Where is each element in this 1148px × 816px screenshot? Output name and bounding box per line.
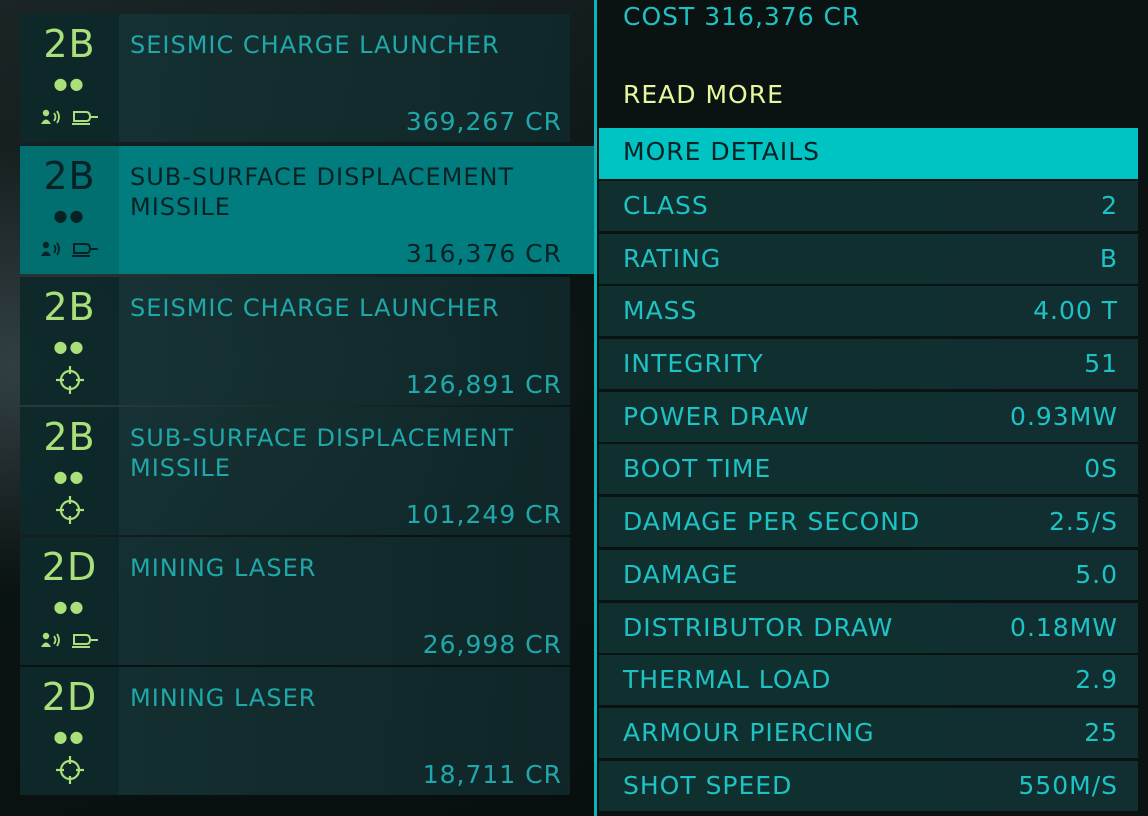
module-price: 369,267 CR <box>405 107 562 136</box>
stat-value: 0.18MW <box>1010 612 1118 642</box>
module-item[interactable]: 2B ●● SUB-SURFACE DISPLACEMENT MISSILE 1… <box>20 407 570 535</box>
stat-value: 2.9 <box>1075 665 1118 695</box>
stat-value: 0S <box>1084 454 1118 484</box>
crosshair-icon <box>55 756 84 784</box>
stat-label: DAMAGE PER SECOND <box>623 507 921 537</box>
stat-row-armour-piercing: ARMOUR PIERCING 25 <box>599 707 1138 758</box>
stat-label: INTEGRITY <box>623 349 764 379</box>
stat-value: 2.5/S <box>1048 507 1118 537</box>
crew-icon <box>40 109 60 124</box>
module-grade: 2B <box>43 22 96 66</box>
stat-row-rating: RATING B <box>599 233 1138 284</box>
stat-label: BOOT TIME <box>623 454 772 484</box>
module-item[interactable]: 2D ●● MINING LASER 26,998 CR <box>20 537 570 665</box>
module-name: SEISMIC CHARGE LAUNCHER <box>130 294 500 322</box>
stat-row-mass: MASS 4.00 T <box>599 286 1138 337</box>
module-grade: 2B <box>43 415 96 459</box>
outfitting-screen: 2B ●● SEISMIC CHARGE LAUNCHER 369,267 CR <box>0 0 1148 816</box>
more-details-label: MORE DETAILS <box>623 137 821 166</box>
module-list: 2B ●● SEISMIC CHARGE LAUNCHER 369,267 CR <box>20 14 596 804</box>
turret-icon <box>71 243 98 257</box>
crosshair-icon <box>55 496 84 524</box>
stat-value: 550M/S <box>1018 770 1118 800</box>
stat-value: B <box>1099 243 1118 273</box>
module-price: 316,376 CR <box>405 239 562 268</box>
module-name: SEISMIC CHARGE LAUNCHER <box>130 31 500 59</box>
size-dots: ●● <box>53 206 86 225</box>
stat-label: ARMOUR PIERCING <box>623 717 875 747</box>
module-grade: 2D <box>41 675 98 719</box>
stat-value: 51 <box>1084 349 1118 379</box>
module-price: 18,711 CR <box>422 760 562 789</box>
module-detail-panel: COST 316,376 CR READ MORE MORE DETAILS C… <box>597 0 1148 816</box>
stat-value: 5.0 <box>1075 559 1118 589</box>
stat-label: SHOT SPEED <box>623 770 793 800</box>
stat-row-boot-time: BOOT TIME 0S <box>599 444 1138 495</box>
size-dots: ●● <box>53 597 86 616</box>
module-item[interactable]: 2D ●● MINING LASER 18,711 CR <box>20 667 570 795</box>
stat-label: DISTRIBUTOR DRAW <box>623 612 894 642</box>
stat-label: THERMAL LOAD <box>623 665 832 695</box>
read-more-button[interactable]: READ MORE <box>623 80 784 109</box>
fixed-mount-indicator <box>20 496 119 524</box>
module-grade: 2B <box>43 285 96 329</box>
stat-row-class: CLASS 2 <box>599 181 1138 231</box>
stat-row-damage: DAMAGE 5.0 <box>599 549 1138 600</box>
crosshair-icon <box>55 366 84 394</box>
stat-row-damage-per-second: DAMAGE PER SECOND 2.5/S <box>599 497 1138 548</box>
module-item[interactable]: 2B ●● SEISMIC CHARGE LAUNCHER 126,891 CR <box>20 277 570 405</box>
stat-label: MASS <box>623 296 698 326</box>
stat-row-thermal-load: THERMAL LOAD 2.9 <box>599 655 1138 706</box>
stats-list: CLASS 2 RATING B MASS 4.00 T INTEGRITY 5… <box>599 181 1138 813</box>
turret-mount-indicator <box>20 627 119 653</box>
module-item-selected[interactable]: 2B ●● SUB-SURFACE DISPLACEMENT MISSILE 3… <box>20 146 596 274</box>
module-grade: 2B <box>43 154 96 198</box>
module-price: 101,249 CR <box>405 500 562 529</box>
stat-label: DAMAGE <box>623 559 739 589</box>
turret-icon <box>71 634 98 648</box>
stat-label: POWER DRAW <box>623 401 810 431</box>
stat-row-power-draw: POWER DRAW 0.93MW <box>599 391 1138 442</box>
module-item[interactable]: 2B ●● SEISMIC CHARGE LAUNCHER 369,267 CR <box>20 14 570 142</box>
stat-row-distributor-draw: DISTRIBUTOR DRAW 0.18MW <box>599 602 1138 653</box>
stat-value: 4.00 T <box>1033 296 1118 326</box>
module-name: SUB-SURFACE DISPLACEMENT MISSILE <box>130 424 515 482</box>
turret-icon <box>71 111 98 125</box>
crew-icon <box>40 632 60 647</box>
module-name: MINING LASER <box>130 554 317 582</box>
stat-label: RATING <box>623 243 722 273</box>
stat-value: 25 <box>1084 717 1118 747</box>
stat-value: 0.93MW <box>1010 401 1118 431</box>
crew-icon <box>40 241 60 256</box>
more-details-button[interactable]: MORE DETAILS <box>599 128 1138 179</box>
size-dots: ●● <box>53 337 86 356</box>
stat-row-shot-speed: SHOT SPEED 550M/S <box>599 760 1138 811</box>
size-dots: ●● <box>53 467 86 486</box>
fixed-mount-indicator <box>20 366 119 394</box>
stat-label: CLASS <box>623 191 709 220</box>
module-price: 126,891 CR <box>405 370 562 399</box>
fixed-mount-indicator <box>20 756 119 784</box>
turret-mount-indicator <box>20 236 119 262</box>
stat-value: 2 <box>1101 191 1118 220</box>
turret-mount-indicator <box>20 104 119 130</box>
size-dots: ●● <box>53 727 86 746</box>
module-cost: COST 316,376 CR <box>623 2 861 31</box>
module-grade: 2D <box>41 545 98 589</box>
stat-row-integrity: INTEGRITY 51 <box>599 339 1138 390</box>
module-name: MINING LASER <box>130 684 317 712</box>
size-dots: ●● <box>53 74 86 93</box>
module-price: 26,998 CR <box>422 630 562 659</box>
module-name: SUB-SURFACE DISPLACEMENT MISSILE <box>130 163 515 221</box>
